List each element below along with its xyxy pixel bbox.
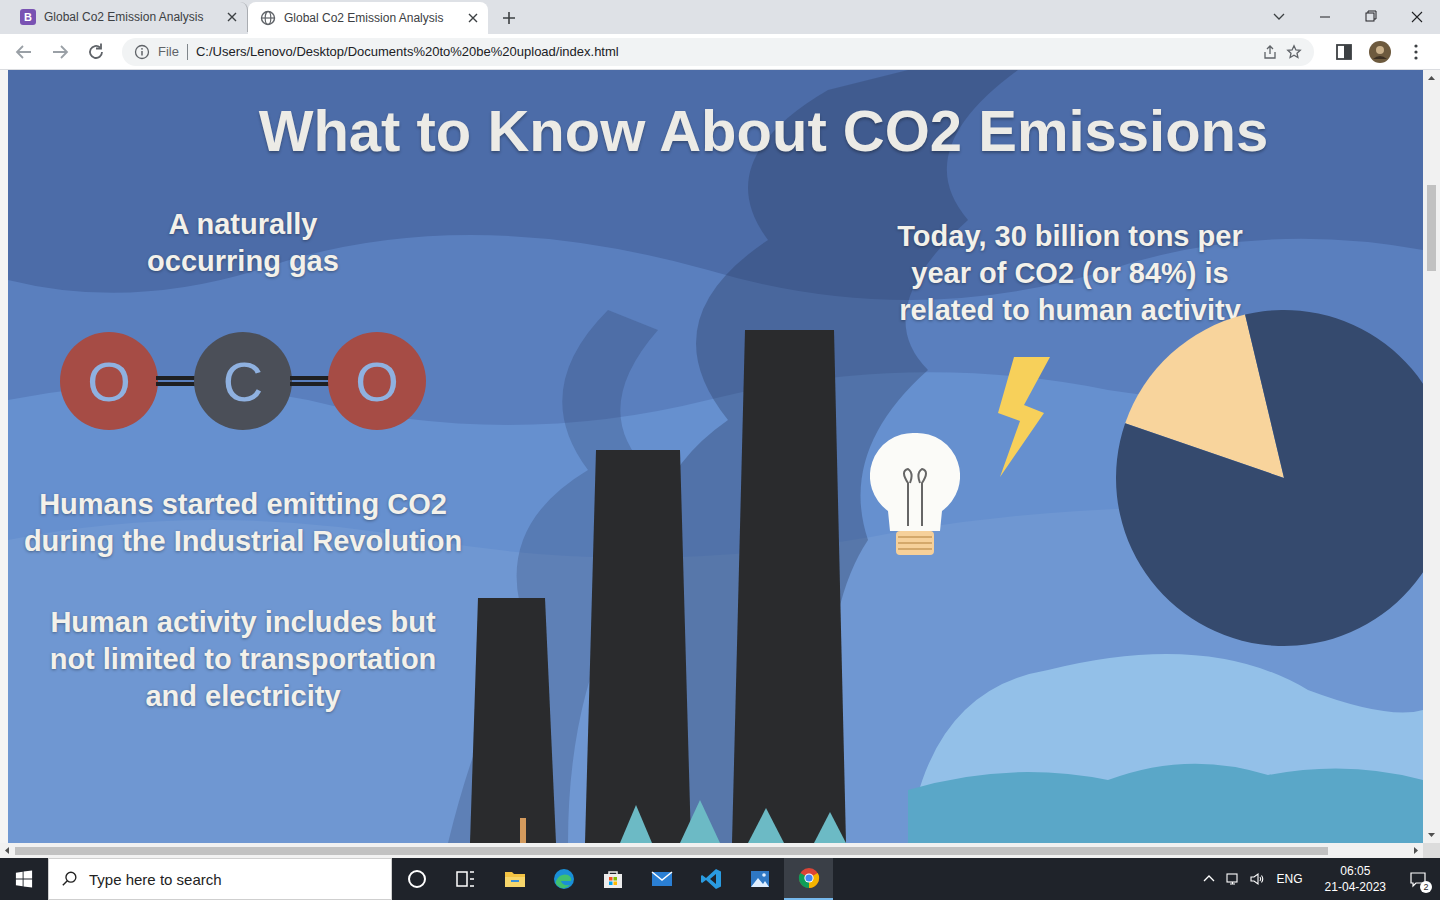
fact-text: Human activity includes but not limited … (43, 604, 443, 715)
clock[interactable]: 06:0521-04-2023 (1315, 863, 1396, 895)
left-column: A naturally occurring gas OCO Humans start… (8, 166, 478, 843)
taskbar: Type here to search ENG 06:0521-04-2023 2 (0, 858, 1440, 900)
taskbar-app[interactable] (441, 858, 490, 900)
search-icon (61, 870, 79, 888)
taskbar-app[interactable] (784, 858, 833, 900)
mail-icon (650, 867, 674, 891)
address-bar[interactable]: File C:/Users/Lenovo/Desktop/Documents%20… (122, 38, 1314, 66)
energy-illustration (880, 309, 1114, 649)
fact-text: Today, 30 billion tons per year of CO2 (… (880, 218, 1260, 329)
globe-icon (260, 10, 276, 26)
reload-icon[interactable] (80, 36, 112, 68)
language-indicator[interactable]: ENG (1277, 872, 1303, 886)
atom: O (328, 332, 426, 430)
url-text[interactable]: C:/Users/Lenovo/Desktop/Documents%20to%2… (196, 44, 1254, 59)
tab-search-icon[interactable] (1256, 0, 1302, 34)
tab-label: Global Co2 Emission Analysis (44, 10, 219, 24)
task-view-icon (454, 867, 478, 891)
minimize-icon[interactable] (1302, 0, 1348, 34)
notification-button[interactable]: 2 (1396, 858, 1440, 900)
scroll-left-icon[interactable] (0, 843, 15, 858)
page-margin (0, 70, 8, 843)
scroll-up-icon[interactable] (1423, 70, 1440, 87)
atom: C (194, 332, 292, 430)
toolbar: File C:/Users/Lenovo/Desktop/Documents%20… (0, 34, 1440, 70)
volume-icon[interactable] (1249, 871, 1265, 887)
screen: B Global Co2 Emission Analysis Global Co2 … (0, 0, 1440, 900)
taskbar-app[interactable] (392, 858, 441, 900)
cortana-icon (405, 867, 429, 891)
light-bulb-icon (870, 431, 960, 567)
photos-icon (748, 867, 772, 891)
avatar-icon[interactable] (1364, 36, 1396, 68)
scroll-track[interactable] (1423, 87, 1440, 826)
infographic: What to Know About CO2 EmissionsA natura… (8, 70, 1423, 843)
vertical-scrollbar[interactable] (1423, 70, 1440, 843)
restore-icon[interactable] (1348, 0, 1394, 34)
forward-icon[interactable] (44, 36, 76, 68)
info-icon[interactable] (134, 44, 150, 60)
scheme-label: File (158, 44, 179, 59)
edge-icon (552, 867, 576, 891)
fact-text: Humans started emitting CO2 during the I… (23, 486, 463, 560)
bootstrap-icon: B (20, 9, 36, 25)
network-icon[interactable] (1225, 871, 1241, 887)
side-panel-icon[interactable] (1328, 36, 1360, 68)
browser-tab[interactable]: Global Co2 Emission Analysis (248, 2, 488, 34)
taskbar-app[interactable] (490, 858, 539, 900)
tab-strip: B Global Co2 Emission Analysis Global Co2 … (0, 0, 1440, 34)
energy-row (880, 309, 1423, 649)
taskbar-app[interactable] (588, 858, 637, 900)
folder-icon (503, 867, 527, 891)
taskbar-app[interactable] (539, 858, 588, 900)
taskbar-search[interactable]: Type here to search (48, 858, 392, 900)
close-window-icon[interactable] (1394, 0, 1440, 34)
tab-label: Global Co2 Emission Analysis (284, 11, 460, 25)
fact-text: A naturally occurring gas (123, 206, 363, 280)
clock-date: 21-04-2023 (1325, 879, 1386, 895)
scroll-down-icon[interactable] (1423, 826, 1440, 843)
chrome-icon (797, 866, 821, 890)
menu-icon[interactable] (1400, 36, 1432, 68)
star-icon[interactable] (1286, 44, 1302, 60)
page-viewport: What to Know About CO2 EmissionsA natura… (0, 70, 1440, 843)
double-bond (290, 376, 330, 386)
vscode-icon (699, 867, 723, 891)
taskbar-app[interactable] (637, 858, 686, 900)
chimney-column (478, 166, 880, 843)
clock-time: 06:05 (1340, 863, 1370, 879)
plus-icon[interactable] (502, 11, 516, 25)
scroll-thumb[interactable] (15, 847, 1328, 855)
pie-slice (1116, 310, 1423, 646)
chevron-up-icon[interactable] (1201, 871, 1217, 887)
lightning-icon (994, 357, 1050, 477)
windows-icon (15, 870, 33, 888)
infographic-content: What to Know About CO2 EmissionsA natura… (8, 70, 1423, 843)
emission-pie-chart (1114, 309, 1423, 649)
co2-molecule: OCO (60, 332, 426, 430)
store-icon (601, 867, 625, 891)
infographic-title: What to Know About CO2 Emissions (8, 70, 1423, 166)
scroll-right-icon[interactable] (1408, 843, 1423, 858)
scroll-track[interactable] (15, 843, 1408, 858)
taskbar-app[interactable] (686, 858, 735, 900)
scroll-corner (1423, 843, 1440, 858)
separator (187, 44, 188, 60)
browser-tab[interactable]: B Global Co2 Emission Analysis (8, 2, 248, 32)
start-button[interactable] (0, 858, 48, 900)
horizontal-scrollbar[interactable] (0, 843, 1440, 858)
atom: O (60, 332, 158, 430)
double-bond (156, 376, 196, 386)
notification-count: 2 (1420, 881, 1432, 893)
infographic-columns: A naturally occurring gas OCO Humans start… (8, 166, 1423, 843)
taskbar-app[interactable] (735, 858, 784, 900)
search-placeholder: Type here to search (89, 871, 222, 888)
close-icon[interactable] (227, 12, 237, 22)
right-column: Today, 30 billion tons per year of CO2 (… (880, 166, 1423, 843)
close-icon[interactable] (468, 13, 478, 23)
share-icon[interactable] (1262, 44, 1278, 60)
scroll-thumb[interactable] (1427, 185, 1436, 271)
back-icon[interactable] (8, 36, 40, 68)
